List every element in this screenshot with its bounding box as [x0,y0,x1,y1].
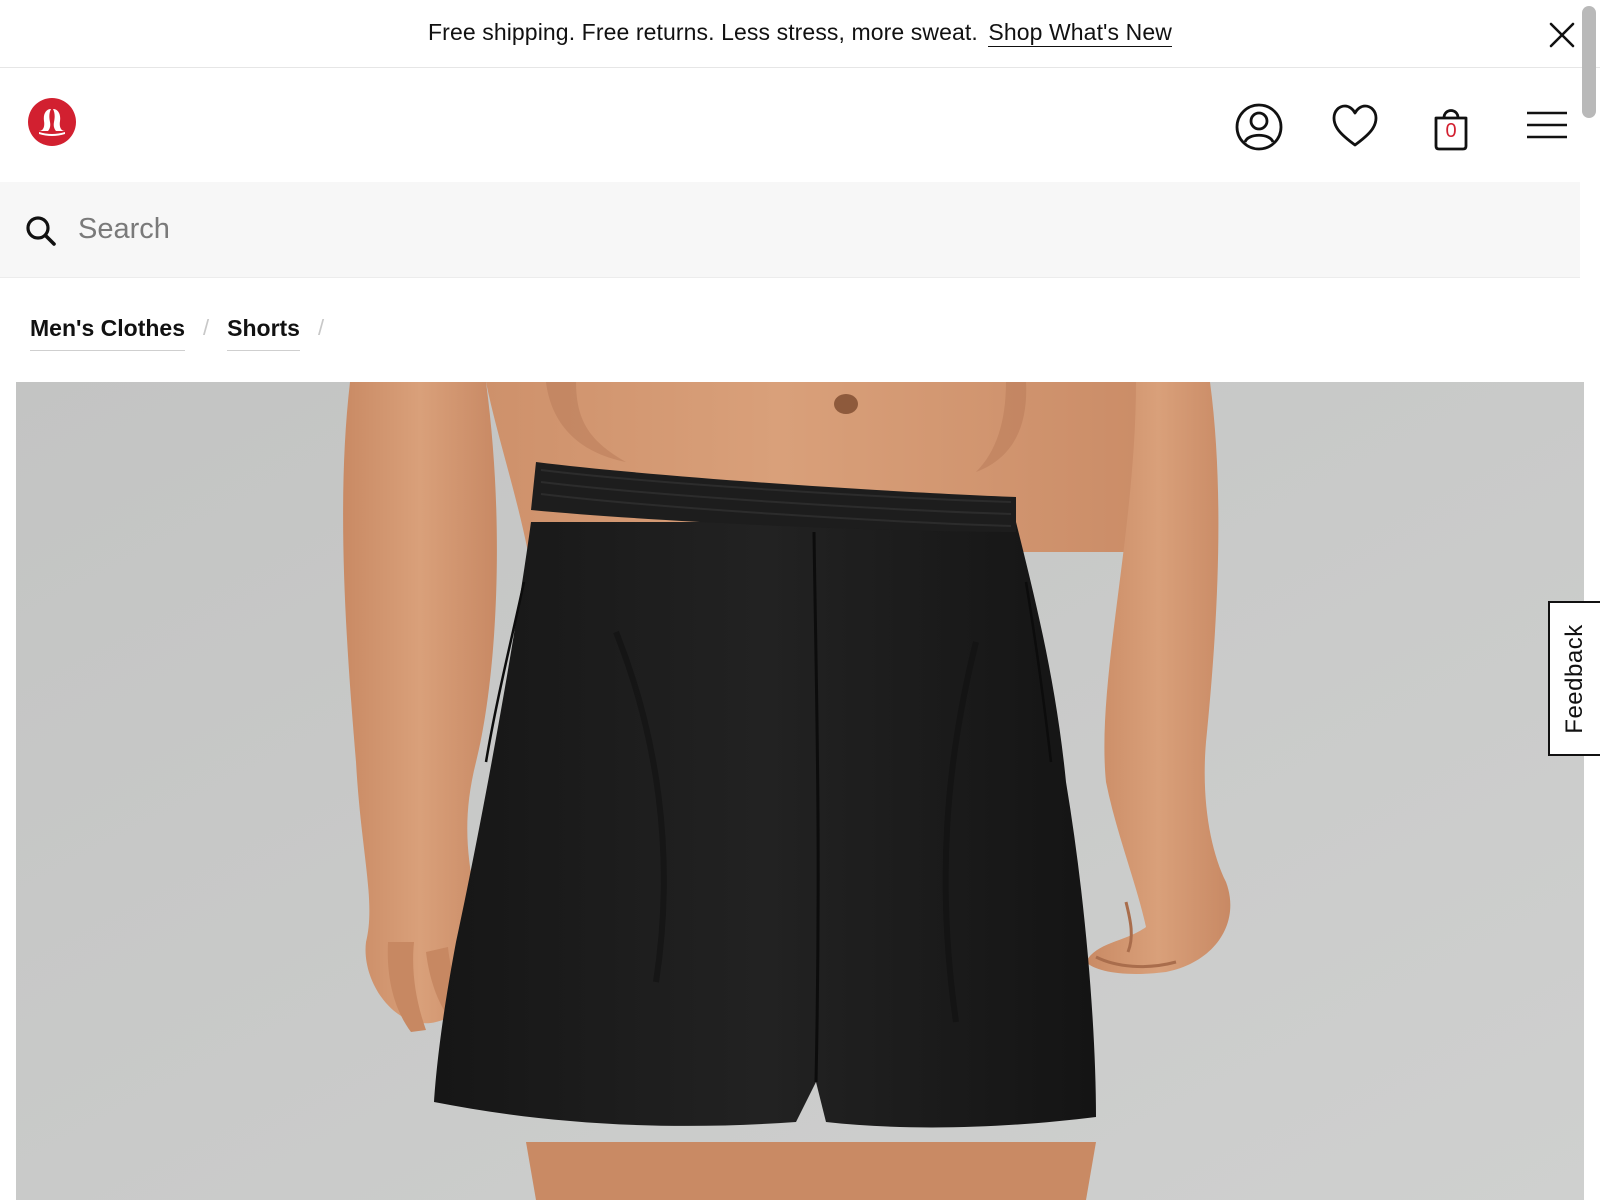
feedback-label: Feedback [1561,623,1588,734]
product-image[interactable] [16,382,1584,1200]
breadcrumb-mens-clothes[interactable]: Men's Clothes [30,315,185,351]
breadcrumb-shorts[interactable]: Shorts [227,315,300,351]
breadcrumb-separator: / [203,315,210,340]
promo-text: Free shipping. Free returns. Less stress… [0,19,1600,47]
scrollbar-thumb[interactable] [1582,6,1596,118]
hamburger-menu-icon[interactable] [1521,100,1575,154]
site-header: 0 [0,69,1580,182]
search-input[interactable] [78,204,1478,254]
breadcrumb: Men's Clothes / Shorts / [30,315,342,355]
promo-banner: Free shipping. Free returns. Less stress… [0,0,1600,68]
shop-whats-new-link[interactable]: Shop What's New [988,19,1172,47]
heart-icon[interactable] [1328,100,1382,154]
lululemon-logo[interactable] [27,97,77,147]
bag-count: 0 [1445,120,1457,142]
promo-message: Free shipping. Free returns. Less stress… [428,19,978,45]
account-icon[interactable] [1232,100,1286,154]
search-bar [0,182,1580,278]
breadcrumb-separator: / [317,315,325,340]
shopping-bag-icon[interactable]: 0 [1424,100,1478,154]
close-icon[interactable] [1547,20,1577,50]
feedback-tab[interactable]: Feedback [1548,601,1600,756]
search-icon[interactable] [22,212,60,250]
